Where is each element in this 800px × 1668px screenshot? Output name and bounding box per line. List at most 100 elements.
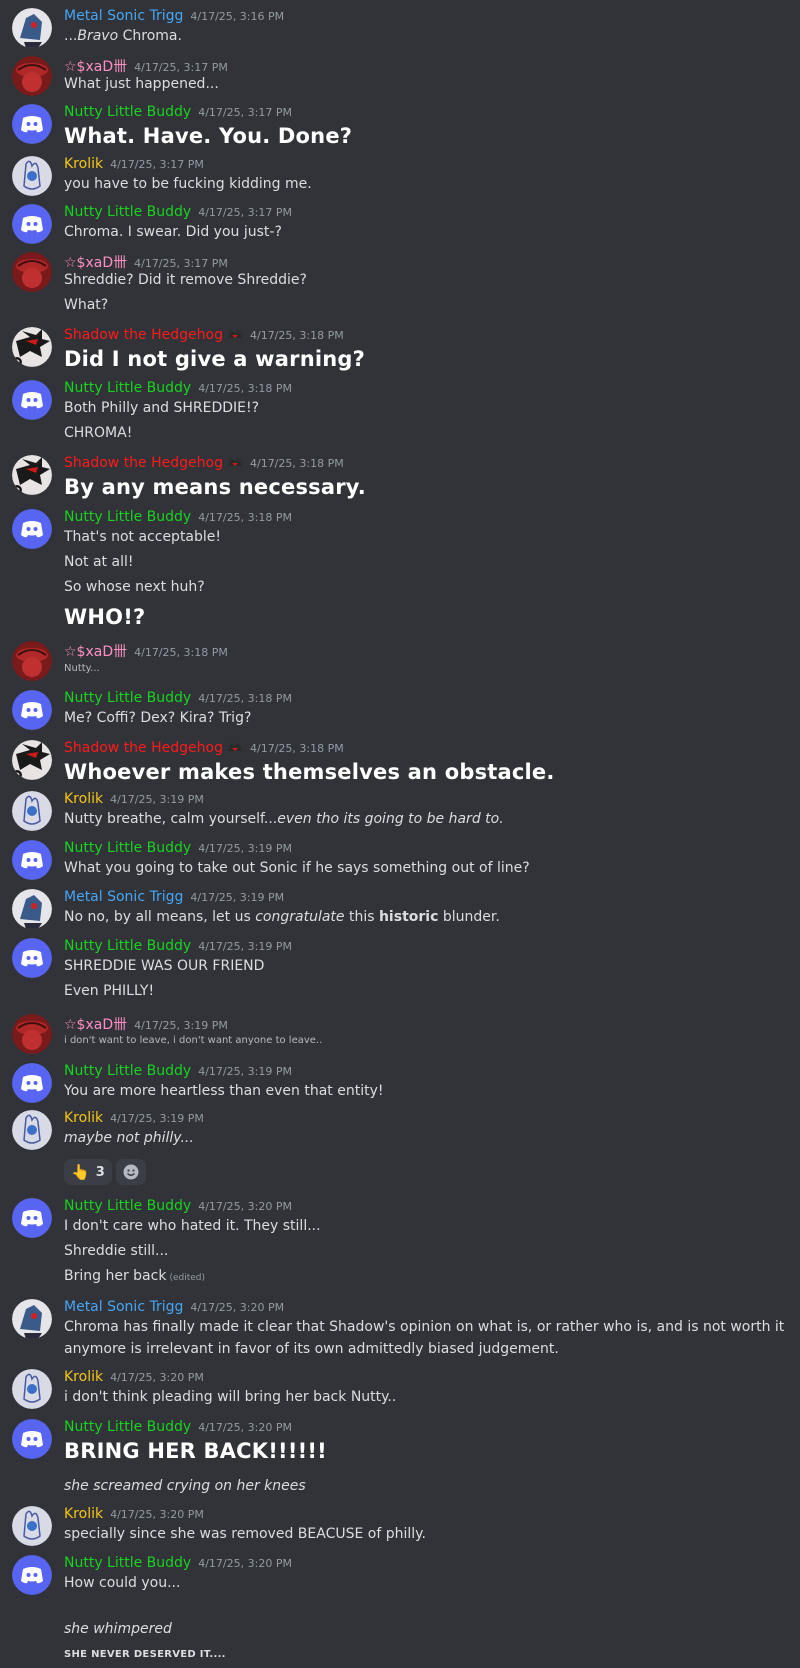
avatar-sxad[interactable] [12, 252, 52, 292]
username[interactable]: Nutty Little Buddy [64, 840, 191, 856]
message-text: she whimpered [64, 1621, 172, 1637]
message-text: I don't care who hated it. They still... [64, 1218, 321, 1234]
avatar-shadow-the-hedgehog[interactable] [12, 740, 52, 780]
avatar-shadow-the-hedgehog[interactable] [12, 455, 52, 495]
avatar-nutty-little-buddy[interactable] [12, 938, 52, 978]
username[interactable]: Nutty Little Buddy [64, 380, 191, 396]
username[interactable]: Nutty Little Buddy [64, 1063, 191, 1079]
username[interactable]: Krolik [64, 1110, 103, 1126]
message-text: WHO!? [64, 605, 146, 629]
timestamp: 4/17/25, 3:20 PM [198, 1557, 292, 1570]
message-text: Whoever makes themselves an obstacle. [64, 760, 555, 784]
avatar-metal-sonic-trigg[interactable] [12, 8, 52, 48]
message-text: Not at all! [64, 554, 134, 570]
username[interactable]: Nutty Little Buddy [64, 1198, 191, 1214]
username[interactable]: Nutty Little Buddy [64, 690, 191, 706]
username[interactable]: Nutty Little Buddy [64, 104, 191, 120]
username[interactable]: Metal Sonic Trigg [64, 889, 183, 905]
message-text: You are more heartless than even that en… [64, 1083, 384, 1099]
message-text: she screamed crying on her knees [64, 1478, 306, 1494]
avatar-nutty-little-buddy[interactable] [12, 840, 52, 880]
timestamp: 4/17/25, 3:19 PM [110, 793, 204, 806]
username[interactable]: Metal Sonic Trigg [64, 1299, 183, 1315]
message-text: Even PHILLY! [64, 983, 155, 999]
message-text: Chroma. I swear. Did you just-? [64, 224, 282, 240]
username[interactable]: Shadow the Hedgehog [64, 327, 223, 343]
message-text: By any means necessary. [64, 475, 366, 499]
username[interactable]: Krolik [64, 1369, 103, 1385]
username[interactable]: Shadow the Hedgehog [64, 740, 223, 756]
avatar-nutty-little-buddy[interactable] [12, 509, 52, 549]
message-text: i don't think pleading will bring her ba… [64, 1389, 397, 1405]
avatar-sxad[interactable] [12, 1014, 52, 1054]
message-text: BRING HER BACK!!!!!! [64, 1439, 327, 1463]
avatar-nutty-little-buddy[interactable] [12, 1198, 52, 1238]
avatar-nutty-little-buddy[interactable] [12, 690, 52, 730]
avatar-metal-sonic-trigg[interactable] [12, 1299, 52, 1339]
timestamp: 4/17/25, 3:20 PM [198, 1200, 292, 1213]
timestamp: 4/17/25, 3:20 PM [110, 1371, 204, 1384]
message-text: That's not acceptable! [64, 529, 222, 545]
timestamp: 4/17/25, 3:16 PM [190, 10, 285, 23]
username[interactable]: ☆$xaD卌 [64, 644, 127, 660]
timestamp: 4/17/25, 3:18 PM [198, 511, 292, 524]
avatar-sxad[interactable] [12, 56, 52, 96]
message-subtext: SHE NEVER DESERVED IT.... [64, 1649, 226, 1660]
message-text: What? [64, 297, 109, 313]
message-text: SHREDDIE WAS OUR FRIEND [64, 958, 265, 974]
timestamp: 4/17/25, 3:17 PM [198, 106, 292, 119]
shadow-emblem-icon [227, 458, 242, 466]
username[interactable]: Krolik [64, 791, 103, 807]
avatar-krolik[interactable] [12, 1506, 52, 1546]
timestamp: 4/17/25, 3:19 PM [198, 940, 292, 953]
shadow-emblem-icon [227, 330, 242, 338]
avatar-krolik[interactable] [12, 1110, 52, 1150]
timestamp: 4/17/25, 3:17 PM [198, 206, 292, 219]
reaction-pointing-up[interactable]: 👆 3 [64, 1159, 112, 1185]
message-text: Chroma has finally made it clear that Sh… [64, 1319, 785, 1335]
username[interactable]: Metal Sonic Trigg [64, 8, 183, 24]
timestamp: 4/17/25, 3:18 PM [249, 457, 344, 470]
username[interactable]: Shadow the Hedgehog [64, 455, 223, 471]
reaction-count: 3 [95, 1164, 105, 1180]
timestamp: 4/17/25, 3:20 PM [198, 1421, 292, 1434]
add-reaction-button[interactable] [115, 1159, 146, 1185]
avatar-nutty-little-buddy[interactable] [12, 1555, 52, 1595]
avatar-shadow-the-hedgehog[interactable] [12, 327, 52, 367]
username[interactable]: ☆$xaD卌 [64, 255, 127, 271]
username[interactable]: Krolik [64, 156, 103, 172]
username[interactable]: ☆$xaD卌 [64, 59, 127, 75]
timestamp: 4/17/25, 3:19 PM [134, 1019, 228, 1032]
avatar-nutty-little-buddy[interactable] [12, 1063, 52, 1103]
message-text: Nutty... [64, 663, 100, 674]
avatar-nutty-little-buddy[interactable] [12, 204, 52, 244]
timestamp: 4/17/25, 3:19 PM [198, 842, 292, 855]
avatar-krolik[interactable] [12, 791, 52, 831]
avatar-krolik[interactable] [12, 156, 52, 196]
message-text: Both Philly and SHREDDIE!? [64, 400, 260, 416]
username[interactable]: Krolik [64, 1506, 103, 1522]
avatar-sxad[interactable] [12, 641, 52, 681]
avatar-nutty-little-buddy[interactable] [12, 380, 52, 420]
message-text: i don't want to leave, i don't want anyo… [64, 1035, 323, 1046]
timestamp: 4/17/25, 3:19 PM [190, 891, 285, 904]
timestamp: 4/17/25, 3:18 PM [134, 646, 228, 659]
username[interactable]: Nutty Little Buddy [64, 938, 191, 954]
username[interactable]: Nutty Little Buddy [64, 1419, 191, 1435]
username[interactable]: Nutty Little Buddy [64, 509, 191, 525]
timestamp: 4/17/25, 3:18 PM [249, 329, 344, 342]
avatar-nutty-little-buddy[interactable] [12, 1419, 52, 1459]
message-text: CHROMA! [64, 425, 133, 441]
message-text: So whose next huh? [64, 579, 205, 595]
avatar-metal-sonic-trigg[interactable] [12, 889, 52, 929]
avatar-krolik[interactable] [12, 1369, 52, 1409]
timestamp: 4/17/25, 3:19 PM [198, 1065, 292, 1078]
avatar-nutty-little-buddy[interactable] [12, 104, 52, 144]
timestamp: 4/17/25, 3:20 PM [110, 1508, 204, 1521]
timestamp: 4/17/25, 3:17 PM [134, 257, 228, 270]
message-text: No no, by all means, let us congratulate… [64, 909, 500, 925]
message-text: specially since she was removed BEACUSE … [64, 1526, 426, 1542]
username[interactable]: ☆$xaD卌 [64, 1017, 127, 1033]
username[interactable]: Nutty Little Buddy [64, 1555, 191, 1571]
username[interactable]: Nutty Little Buddy [64, 204, 191, 220]
